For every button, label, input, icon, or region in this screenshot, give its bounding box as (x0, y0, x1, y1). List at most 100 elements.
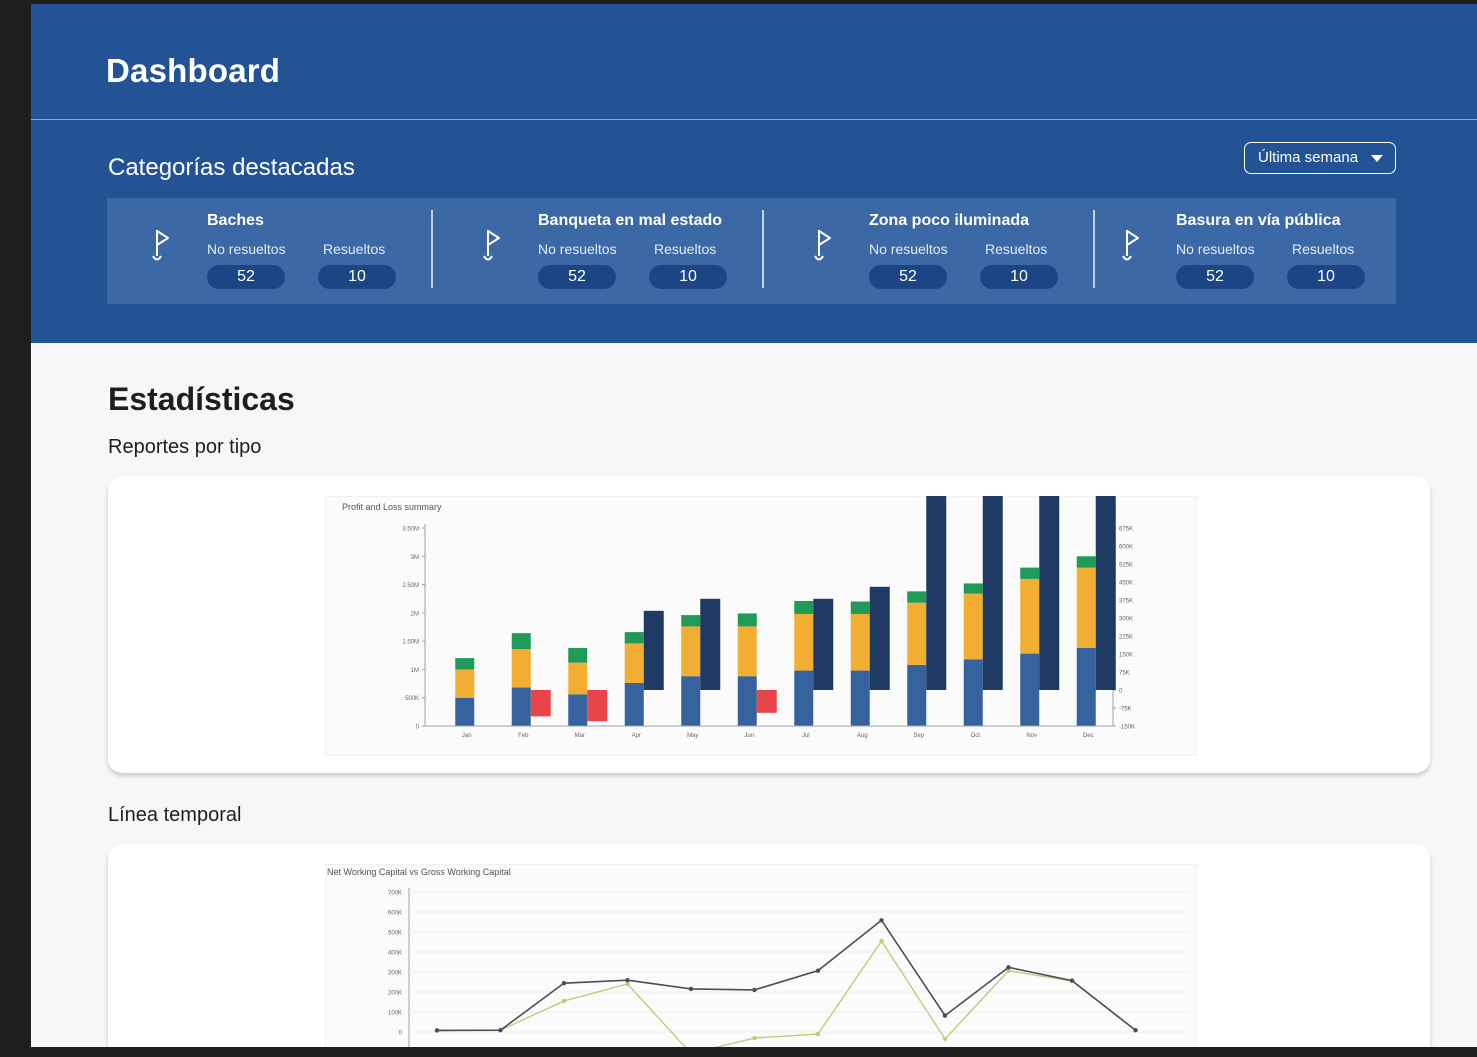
bar-segment (794, 670, 814, 726)
bar-mark (700, 598, 721, 690)
bar-mark (869, 586, 890, 690)
data-point (561, 980, 567, 986)
category-card[interactable]: Banqueta en mal estado No resueltos Resu… (433, 198, 763, 304)
chart-frame (325, 864, 1197, 1047)
statistics-title: Estadísticas (108, 381, 295, 417)
y2-tick-label: -150K (1119, 725, 1135, 731)
bar-segment (963, 659, 983, 726)
data-point (879, 938, 884, 944)
bar-segment (794, 600, 814, 614)
bar-segment (568, 694, 588, 726)
y-tick-label: 400K (388, 951, 402, 957)
bar-segment (568, 662, 588, 695)
bar-segment (681, 676, 701, 726)
y2-tick-label: 75K (1119, 671, 1130, 677)
x-tick-label: Nov (1026, 733, 1037, 739)
category-name: Basura en vía pública (1176, 212, 1341, 229)
period-dropdown-label: Última semana (1258, 149, 1359, 166)
bar-segment (907, 602, 927, 665)
bar-mark (1039, 496, 1060, 690)
not-solved-label: No resueltos (869, 241, 948, 257)
data-point (625, 977, 630, 983)
data-point (752, 987, 757, 993)
y-tick-label: 3.50M (402, 527, 419, 533)
flag-icon (814, 230, 831, 261)
data-point (815, 968, 821, 973)
bar-segment (850, 670, 870, 726)
bar-segment (737, 676, 757, 726)
solved-count: 10 (649, 265, 727, 289)
data-point (942, 1013, 948, 1018)
period-dropdown[interactable]: Última semana (1244, 142, 1396, 174)
reports-by-type-title: Reportes por tipo (108, 436, 262, 458)
caret-down-icon (1371, 155, 1383, 162)
not-solved-label: No resueltos (1176, 241, 1255, 257)
bar-segment (568, 647, 588, 663)
bar-segment (511, 687, 531, 726)
y-tick-label: 3M (411, 555, 419, 561)
bar-mark (813, 598, 834, 690)
data-point (879, 918, 884, 923)
y-tick-label: 500K (388, 931, 402, 937)
not-solved-label: No resueltos (538, 241, 617, 257)
bar-mark (926, 496, 947, 690)
data-point (815, 1031, 821, 1037)
bar-segment (963, 593, 983, 660)
bar-segment (1020, 567, 1040, 579)
working-capital-chart: Net Working Capital vs Gross Working Cap… (325, 864, 1197, 1047)
y2-tick-label: 525K (1119, 563, 1133, 569)
bar-mark (756, 690, 777, 713)
bar-segment (1076, 567, 1096, 648)
timeline-chart-card: Net Working Capital vs Gross Working Cap… (108, 844, 1430, 1047)
y-tick-label: 200K (388, 991, 402, 997)
bar-mark (1095, 496, 1116, 690)
data-point (434, 1028, 440, 1033)
bar-segment (794, 613, 814, 671)
bar-segment (681, 626, 701, 677)
solved-label: Resueltos (654, 241, 717, 257)
data-point (1133, 1028, 1138, 1033)
y-tick-label: 1.50M (402, 640, 419, 646)
y-tick-label: 500K (405, 696, 419, 702)
bar-segment (737, 626, 757, 677)
x-tick-label: May (687, 733, 698, 739)
category-card[interactable]: Baches No resueltos Resueltos 52 10 (107, 198, 432, 304)
y2-tick-label: 225K (1119, 635, 1133, 641)
category-card[interactable]: Basura en vía pública No resueltos Resue… (1095, 198, 1396, 304)
profit-loss-chart: Profit and Loss summary 0500K1M1.50M2M2.… (325, 496, 1197, 756)
bar-segment (1076, 647, 1096, 726)
y-tick-label: 100K (388, 1011, 402, 1017)
solved-count: 10 (1287, 265, 1365, 289)
chart-title: Net Working Capital vs Gross Working Cap… (327, 867, 511, 877)
x-tick-label: Jan (462, 733, 472, 739)
bar-segment (455, 669, 475, 698)
x-tick-label: Feb (518, 733, 529, 739)
bar-segment (681, 615, 701, 627)
bar-segment (511, 649, 531, 688)
y2-tick-label: 600K (1119, 545, 1133, 551)
bar-segment (1020, 653, 1040, 726)
y2-tick-label: 675K (1119, 527, 1133, 533)
bar-segment (737, 613, 757, 627)
y-tick-label: 600K (388, 911, 402, 917)
not-solved-count: 52 (207, 265, 285, 289)
chart-title: Profit and Loss summary (342, 502, 442, 512)
flag-icon (1122, 230, 1139, 261)
bar-segment (455, 658, 475, 670)
bar-segment (1076, 556, 1096, 568)
data-point (498, 1027, 503, 1033)
category-card[interactable]: Zona poco iluminada No resueltos Resuelt… (764, 198, 1093, 304)
reports-chart-card: Profit and Loss summary 0 500K 1M 1.50M 2M 2.… (108, 476, 1430, 773)
category-cards: Baches No resueltos Resueltos 52 10 Banq… (107, 198, 1396, 304)
y2-tick-label: 375K (1119, 599, 1133, 605)
bar-segment (455, 697, 475, 726)
y-tick-label: 1M (411, 668, 419, 674)
not-solved-count: 52 (869, 265, 947, 289)
data-point (1006, 965, 1011, 970)
not-solved-label: No resueltos (207, 241, 286, 257)
category-name: Banqueta en mal estado (538, 212, 723, 229)
x-tick-label: Sep (913, 733, 924, 739)
featured-categories-panel: Categorías destacadas Última semana Bach… (31, 120, 1477, 343)
bar-segment (511, 633, 531, 650)
y-tick-label: 2M (411, 611, 419, 617)
